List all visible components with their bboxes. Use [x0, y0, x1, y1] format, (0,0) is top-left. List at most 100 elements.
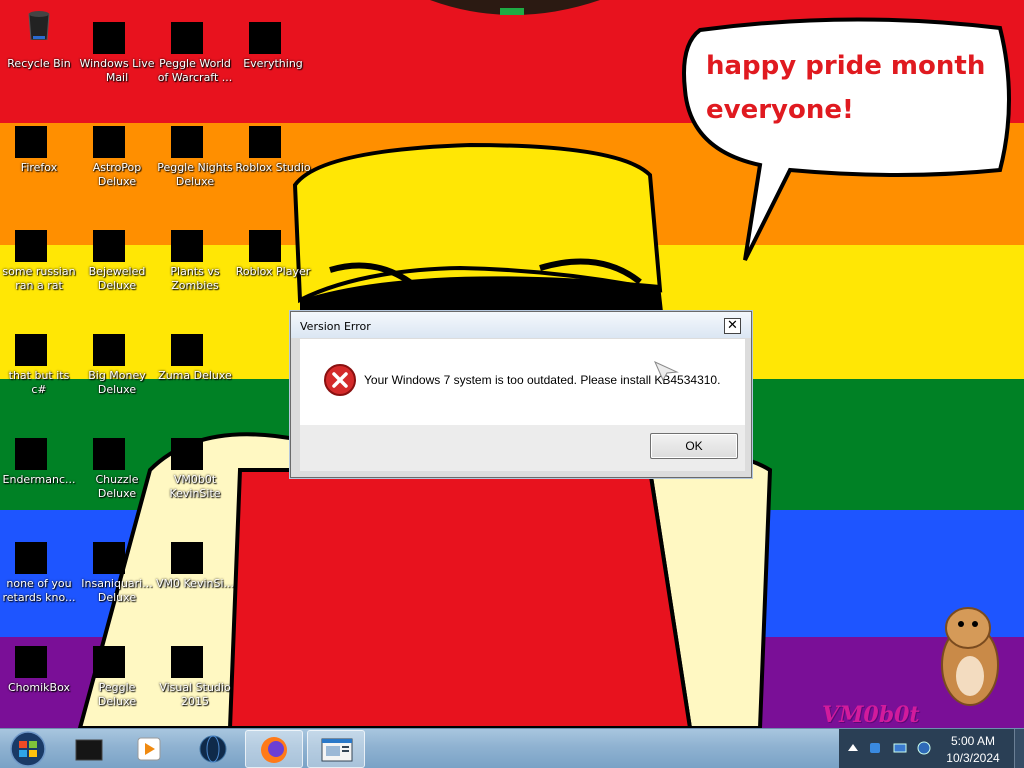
desktop-icon-label: Roblox Player [235, 265, 311, 278]
desktop-icon-visual-studio[interactable]: Visual Studio 2015 [156, 624, 234, 724]
desktop-icon-vm0-kevinsite[interactable]: VM0 KevinSi... [156, 520, 234, 620]
firefox-icon [261, 737, 287, 763]
bejeweled-icon [93, 230, 125, 262]
desktop-icon-label: Peggle Nights Deluxe [157, 161, 233, 188]
camera-light-icon [500, 8, 524, 15]
desktop-icon-label: VM0b0t KevinSite [169, 473, 221, 500]
desktop-icon-label: Plants vs Zombies [170, 265, 220, 292]
taskbar-item-globe[interactable] [184, 730, 242, 768]
taskbar-item-window[interactable] [307, 730, 365, 768]
mouse-cursor-icon [654, 361, 679, 382]
visual-studio-icon [171, 646, 203, 678]
desktop-icon-that-but-its-c[interactable]: that but its c# [0, 312, 78, 412]
desktop-icon-recycle-bin[interactable]: Recycle Bin [0, 0, 78, 100]
taskbar: 5:00 AM 10/3/2024 [0, 728, 1024, 768]
desktop-icon-some-russian-ran-a-rat[interactable]: some russian ran a rat [0, 208, 78, 308]
desktop-icon-peggle-deluxe[interactable]: Peggle Deluxe [78, 624, 156, 724]
desktop-icon-chomikbox[interactable]: ChomikBox [0, 624, 78, 724]
desktop-icon-label: Everything [243, 57, 303, 70]
vm0b0t-watermark: VM0b0t [822, 702, 920, 728]
dialog-titlebar[interactable]: Version Error ✕ [291, 312, 751, 338]
show-desktop-button[interactable] [1014, 729, 1024, 768]
desktop-icon-roblox-player[interactable]: Roblox Player [234, 208, 312, 308]
desktop-icon-label: AstroPop Deluxe [92, 161, 142, 188]
chuzzle-icon [93, 438, 125, 470]
roblox-player-icon [249, 230, 281, 262]
desktop-icon-none-of-you[interactable]: none of you retards kno... [0, 520, 78, 620]
desktop-icon-firefox[interactable]: Firefox [0, 104, 78, 204]
vm0b0t-icon [171, 438, 203, 470]
desktop-icon-peggle-wow[interactable]: Peggle World of Warcraft ... [156, 0, 234, 100]
desktop-icon-chuzzle[interactable]: Chuzzle Deluxe [78, 416, 156, 516]
media-player-icon [137, 737, 161, 761]
desktop-icon-windows-live-mail[interactable]: Windows Live Mail [78, 0, 156, 100]
hamster-image [941, 607, 999, 706]
desktop-icon-label: Visual Studio 2015 [159, 681, 231, 708]
desktop-icon-endermanc[interactable]: Endermanc... [0, 416, 78, 516]
desktop-icon-label: Big Money Deluxe [88, 369, 146, 396]
desktop-icon-everything[interactable]: Everything [234, 0, 312, 100]
shortcut-icon [15, 334, 47, 366]
terminal-icon [15, 438, 47, 470]
mail-icon [93, 22, 125, 54]
desktop-icon-label: Chuzzle Deluxe [95, 473, 139, 500]
version-error-dialog: Version Error ✕ Your Windows 7 system is… [290, 311, 752, 478]
taskbar-item-dark-app[interactable] [60, 730, 118, 768]
roblox-studio-icon [249, 126, 281, 158]
search-icon [249, 22, 281, 54]
taskbar-item-media-player[interactable] [120, 730, 178, 768]
windows-start-icon[interactable] [6, 730, 50, 768]
show-hidden-icons[interactable] [846, 741, 860, 755]
desktop-icon-label: VM0 KevinSi... [156, 577, 235, 590]
clock-date[interactable]: 10/3/2024 [940, 751, 1006, 765]
desktop-icon-label: Firefox [20, 161, 58, 174]
insaniquarium-icon [93, 542, 125, 574]
speech-bubble-text: happy pride month everyone! [706, 51, 986, 125]
big-money-icon [93, 334, 125, 366]
taskbar-item-firefox[interactable] [245, 730, 303, 768]
desktop-icon-zuma[interactable]: Zuma Deluxe [156, 312, 234, 412]
desktop-icon-roblox-studio[interactable]: Roblox Studio [234, 104, 312, 204]
desktop-icon-label: Recycle Bin [7, 57, 71, 70]
file-icon [15, 230, 47, 262]
peggle-nights-icon [171, 126, 203, 158]
astropop-icon [93, 126, 125, 158]
dialog-title: Version Error [300, 320, 371, 333]
zuma-icon [171, 334, 203, 366]
desktop-icon-label: Peggle Deluxe [97, 681, 137, 708]
recycle-bin-icon [28, 11, 50, 40]
dialog-body: Your Windows 7 system is too outdated. P… [300, 339, 745, 425]
desktop-icon-label: ChomikBox [8, 681, 70, 694]
clock-time[interactable]: 5:00 AM [940, 734, 1006, 748]
desktop-icon-label: Endermanc... [2, 473, 76, 486]
desktop-icon-label: Insaniquari... Deluxe [81, 577, 153, 604]
peggle-icon [93, 646, 125, 678]
vm0-icon [171, 542, 203, 574]
desktop-icon-label: that but its c# [8, 369, 70, 396]
desktop-icon-insaniquarium[interactable]: Insaniquari... Deluxe [78, 520, 156, 620]
desktop-icon-label: Windows Live Mail [79, 57, 155, 84]
desktop-icon-label: Roblox Studio [235, 161, 311, 174]
monitor-icon[interactable] [893, 741, 907, 755]
desktop-icon-big-money[interactable]: Big Money Deluxe [78, 312, 156, 412]
ok-button[interactable]: OK [650, 433, 738, 459]
network-icon[interactable] [868, 741, 882, 755]
globe-icon [199, 735, 227, 763]
desktop-icon-label: none of you retards kno... [2, 577, 76, 604]
desktop-icon-peggle-nights[interactable]: Peggle Nights Deluxe [156, 104, 234, 204]
desktop-icon-vm0b0t-kevinsite[interactable]: VM0b0t KevinSite [156, 416, 234, 516]
desktop-icon-astropop[interactable]: AstroPop Deluxe [78, 104, 156, 204]
desktop-icon-label: some russian ran a rat [2, 265, 76, 292]
desktop-icon-plants-vs-zombies[interactable]: Plants vs Zombies [156, 208, 234, 308]
shirt-shape [227, 468, 693, 728]
desktop-icon-label: Bejeweled Deluxe [88, 265, 146, 292]
desktop-icon-bejeweled[interactable]: Bejeweled Deluxe [78, 208, 156, 308]
chomikbox-icon [15, 646, 47, 678]
firefox-icon [15, 126, 47, 158]
ball-icon [15, 542, 47, 574]
close-button[interactable]: ✕ [724, 318, 741, 334]
peggle-wow-icon [171, 22, 203, 54]
dark-app-icon [75, 739, 103, 761]
volume-icon[interactable] [917, 741, 931, 755]
desktop-icon-label: Peggle World of Warcraft ... [157, 57, 233, 84]
